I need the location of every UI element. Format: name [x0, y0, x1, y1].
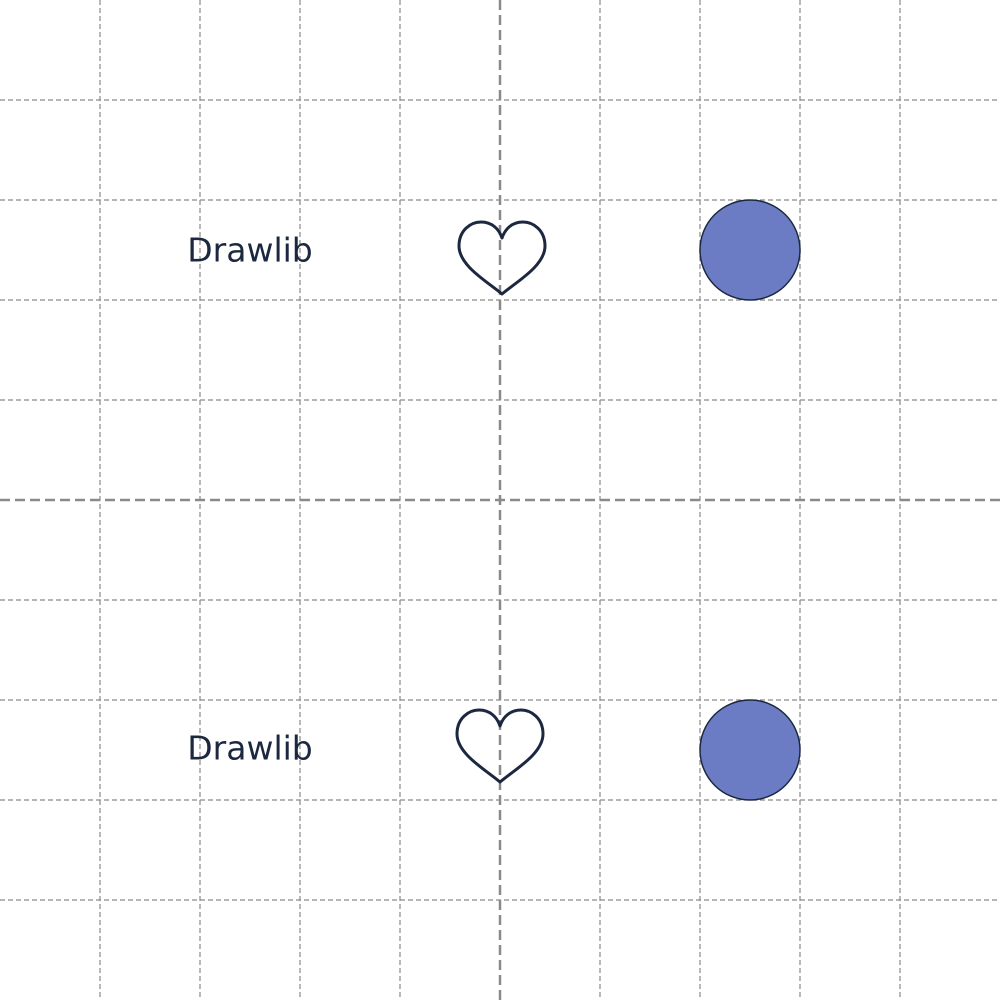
heart-outline-icon — [457, 220, 547, 296]
drawlib-label: Drawlib — [187, 231, 312, 270]
row-1: Drawlib — [187, 199, 801, 301]
row-2: Drawlib — [187, 699, 801, 801]
drawlib-label: Drawlib — [187, 729, 312, 768]
canvas-svg: Drawlib Drawlib — [0, 0, 1000, 1000]
filled-circle — [699, 699, 801, 801]
filled-circle — [699, 199, 801, 301]
drawing-canvas: Drawlib Drawlib — [0, 0, 1000, 1000]
grid — [0, 0, 1000, 1000]
